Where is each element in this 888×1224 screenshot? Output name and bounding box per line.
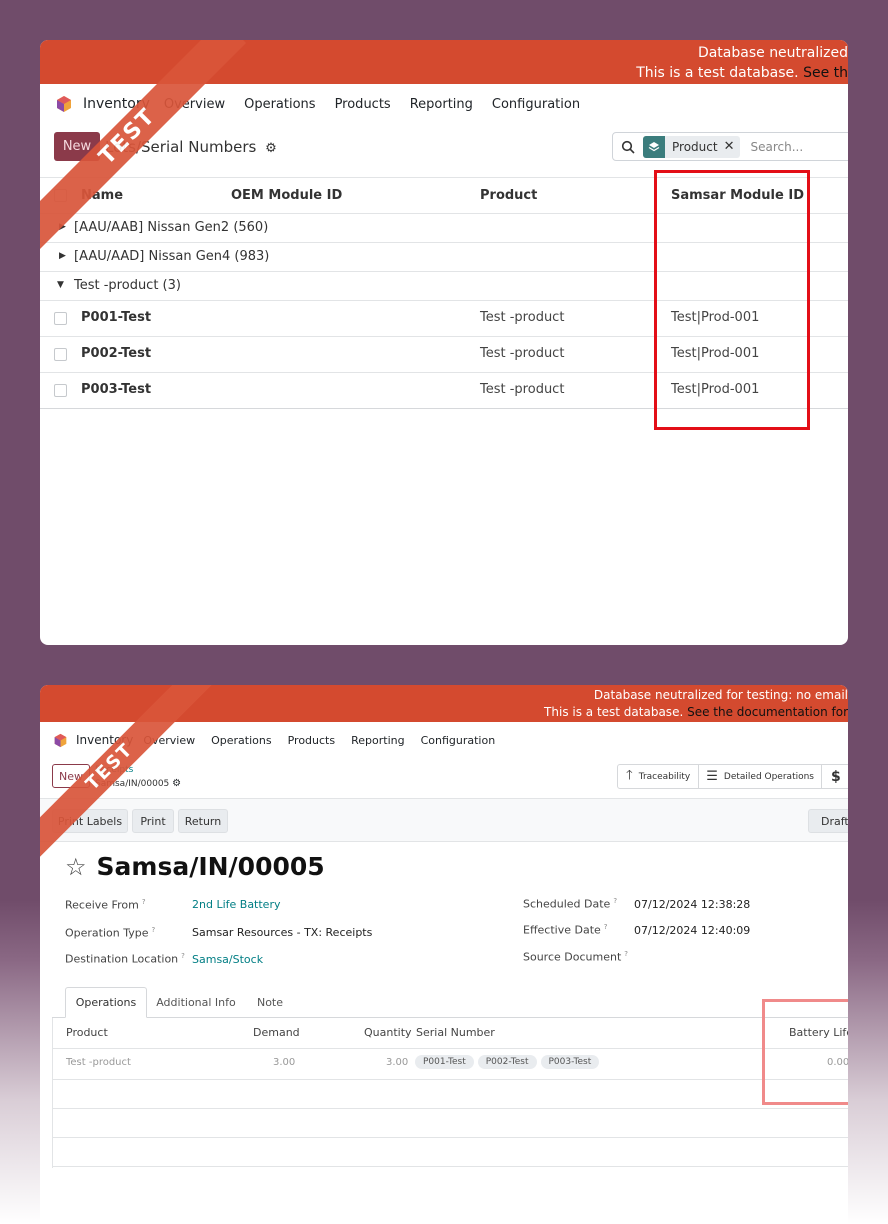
highlight-box [762, 999, 848, 1105]
detailed-operations-label: Detailed Operations [723, 771, 814, 782]
detailed-operations-button[interactable]: ☰ Detailed Operations [699, 765, 822, 788]
effective-date-value[interactable]: 07/12/2024 12:40:09 [634, 924, 750, 937]
gear-icon[interactable]: ⚙ [172, 778, 181, 789]
row-checkbox[interactable] [54, 312, 67, 325]
record-title: Samsa/IN/00005 [96, 852, 325, 881]
source-document-label: Source Document? [523, 950, 628, 964]
destination-value[interactable]: Samsa/Stock [192, 953, 263, 966]
facet-remove-icon[interactable]: ✕ [724, 139, 741, 154]
col-product[interactable]: Product [66, 1026, 108, 1039]
list-icon: ☰ [706, 769, 718, 784]
highlight-box [654, 170, 810, 430]
col-demand[interactable]: Demand [253, 1026, 300, 1039]
col-serial-number[interactable]: Serial Number [416, 1026, 495, 1039]
action-bar: Print Labels Print Return Draft [40, 799, 848, 841]
cell-serial-numbers: P001-Test P002-Test P003-Test [415, 1055, 603, 1069]
ops-row[interactable]: Test -product 3.00 3.00 P001-Test P002-Te… [53, 1049, 848, 1079]
nav-products[interactable]: Products [288, 734, 336, 747]
layers-icon [643, 135, 665, 158]
search-input[interactable]: Search... [750, 140, 803, 154]
nav-reporting[interactable]: Reporting [351, 734, 404, 747]
nav-operations[interactable]: Operations [244, 97, 315, 112]
col-product[interactable]: Product [480, 188, 537, 203]
smart-button-bar: 🡑 Traceability ☰ Detailed Operations $ [617, 764, 848, 789]
operation-type-label: Operation Type? [65, 926, 156, 940]
status-draft[interactable]: Draft [808, 809, 848, 833]
search-icon[interactable] [621, 140, 637, 154]
col-quantity[interactable]: Quantity [364, 1026, 412, 1039]
cell-name: P002-Test [81, 346, 152, 361]
row-checkbox[interactable] [54, 384, 67, 397]
ops-header: Product Demand Quantity Serial Number Ba… [53, 1018, 848, 1048]
nav-configuration[interactable]: Configuration [492, 97, 580, 112]
scheduled-date-value[interactable]: 07/12/2024 12:38:28 [634, 898, 750, 911]
record-header: ☆ Samsa/IN/00005 [65, 852, 325, 881]
cell-name: P001-Test [81, 310, 152, 325]
gear-icon[interactable]: ⚙ [265, 141, 277, 156]
banner-doc-link[interactable]: See the documentation for [687, 705, 848, 719]
cell-product: Test -product [66, 1057, 131, 1068]
serial-tag[interactable]: P002-Test [477, 1055, 537, 1069]
star-icon[interactable]: ☆ [65, 855, 87, 879]
tab-additional-info[interactable]: Additional Info [149, 987, 243, 1018]
group-label: Test -product (3) [74, 278, 181, 293]
row-checkbox[interactable] [54, 348, 67, 361]
banner-line-2: This is a test database. [636, 65, 799, 81]
banner-line-2: This is a test database. [544, 705, 684, 719]
receive-from-value[interactable]: 2nd Life Battery [192, 898, 280, 911]
search-bar[interactable]: Product ✕ Search... [612, 132, 848, 161]
effective-date-label: Effective Date? [523, 923, 608, 937]
source-document-label-text: Source Document [523, 950, 622, 964]
return-button[interactable]: Return [178, 809, 228, 833]
cell-product: Test -product [480, 382, 565, 397]
arrow-up-icon: 🡑 [626, 767, 633, 783]
operation-type-label-text: Operation Type [65, 926, 149, 940]
operations-table: Product Demand Quantity Serial Number Ba… [52, 1018, 848, 1168]
receipt-form-panel: Database neutralized for testing: no ema… [40, 685, 848, 1224]
nav-configuration[interactable]: Configuration [421, 734, 496, 747]
scheduled-date-label-text: Scheduled Date [523, 897, 611, 911]
operation-type-value[interactable]: Samsar Resources - TX: Receipts [192, 926, 372, 939]
banner-doc-link[interactable]: See th [803, 65, 848, 81]
banner-line-1: Database neutralized [697, 45, 848, 61]
tab-note[interactable]: Note [245, 987, 295, 1018]
cell-quantity: 3.00 [386, 1057, 409, 1068]
caret-right-icon: ▶ [59, 251, 66, 261]
facet-label: Product [672, 139, 718, 154]
inventory-app-icon[interactable] [53, 733, 68, 748]
caret-down-icon: ▼ [57, 280, 64, 290]
lots-serial-list-panel: Database neutralized This is a test data… [40, 40, 848, 645]
serial-tag[interactable]: P003-Test [540, 1055, 600, 1069]
nav-products[interactable]: Products [335, 97, 391, 112]
traceability-button[interactable]: 🡑 Traceability [618, 765, 700, 788]
neutralized-banner: Database neutralized This is a test data… [40, 40, 848, 84]
cell-name: P003-Test [81, 382, 152, 397]
tab-operations[interactable]: Operations [65, 987, 147, 1018]
print-button[interactable]: Print [132, 809, 174, 833]
effective-date-label-text: Effective Date [523, 923, 601, 937]
receive-from-label: Receive From? [65, 898, 146, 912]
nav-operations[interactable]: Operations [211, 734, 271, 747]
cell-demand: 3.00 [273, 1057, 296, 1068]
destination-label: Destination Location? [65, 952, 185, 966]
dollar-icon[interactable]: $ [822, 769, 848, 785]
nav-reporting[interactable]: Reporting [410, 97, 473, 112]
receive-from-label-text: Receive From [65, 898, 139, 912]
group-label: [AAU/AAB] Nissan Gen2 (560) [74, 220, 269, 235]
traceability-label: Traceability [638, 771, 691, 782]
destination-label-text: Destination Location [65, 952, 179, 966]
scheduled-date-label: Scheduled Date? [523, 897, 618, 911]
inventory-app-icon[interactable] [55, 95, 73, 113]
col-oem-module-id[interactable]: OEM Module ID [231, 188, 342, 203]
group-label: [AAU/AAD] Nissan Gen4 (983) [74, 249, 270, 264]
search-facet-product: Product ✕ [643, 135, 741, 158]
cell-product: Test -product [480, 346, 565, 361]
serial-tag[interactable]: P001-Test [415, 1055, 474, 1069]
cell-product: Test -product [480, 310, 565, 325]
